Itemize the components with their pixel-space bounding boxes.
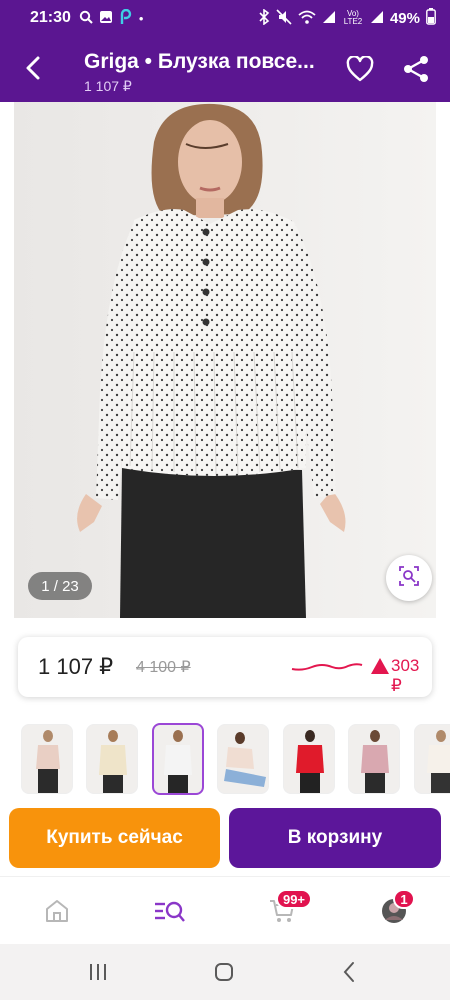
search-status-icon: [79, 10, 93, 27]
thumbnail-2[interactable]: [86, 724, 138, 794]
signal-icon-1: [322, 10, 336, 27]
header-price: 1 107 ₽: [84, 78, 132, 94]
price-history-sparkline[interactable]: [290, 657, 364, 677]
product-title: Griga • Блузка повсе...: [84, 50, 315, 73]
buy-now-button[interactable]: Купить сейчас: [9, 808, 220, 868]
image-counter: 1 / 23: [28, 572, 92, 600]
thumbnail-6[interactable]: [348, 724, 400, 794]
thumbnail-1[interactable]: [21, 724, 73, 794]
back-arrow-icon[interactable]: [20, 54, 48, 82]
status-bar: 21:30 • Vo) LTE2 49%: [0, 0, 450, 36]
wifi-icon: [298, 10, 316, 27]
app-status-icon: [119, 8, 133, 28]
current-price: 1 107 ₽: [38, 654, 114, 679]
heart-icon[interactable]: [346, 55, 374, 82]
status-time: 21:30: [30, 9, 71, 26]
thumbnail-7[interactable]: [414, 724, 450, 794]
profile-badge: 1: [393, 889, 415, 909]
status-dot: •: [138, 10, 144, 26]
visual-search-icon: [398, 565, 420, 592]
old-price: 4 100 ₽: [136, 659, 191, 676]
share-icon[interactable]: [402, 55, 430, 83]
product-photo[interactable]: [14, 102, 436, 618]
battery-icon: [426, 8, 436, 28]
catalog-search-icon[interactable]: [154, 897, 186, 925]
thumbnail-4[interactable]: [217, 724, 269, 794]
signal-icon-2: [370, 10, 384, 27]
bluetooth-icon: [258, 7, 270, 28]
home-nav-icon[interactable]: [212, 960, 236, 984]
app-header: Griga • Блузка повсе... 1 107 ₽: [0, 36, 450, 102]
visual-search-button[interactable]: [386, 555, 432, 601]
network-type: Vo) LTE2: [343, 9, 363, 26]
recent-apps-icon[interactable]: [86, 960, 110, 984]
home-icon[interactable]: [43, 897, 71, 925]
thumbnail-5[interactable]: [283, 724, 335, 794]
gallery-status-icon: [99, 10, 113, 27]
price-change: 303 ₽: [391, 656, 420, 695]
thumbnail-strip: [0, 722, 450, 798]
mute-icon: [276, 8, 292, 28]
system-nav-bar: [0, 944, 450, 1000]
battery-level: 49%: [389, 9, 420, 27]
add-to-cart-button[interactable]: В корзину: [229, 808, 441, 868]
back-nav-icon[interactable]: [338, 960, 362, 984]
trend-up-icon: [370, 657, 390, 675]
cart-badge: 99+: [276, 889, 312, 909]
price-card: 1 107 ₽ 4 100 ₽ 303 ₽: [18, 637, 432, 697]
bottom-tab-bar: 99+ 1: [0, 876, 450, 944]
thumbnail-3-selected[interactable]: [152, 723, 204, 795]
